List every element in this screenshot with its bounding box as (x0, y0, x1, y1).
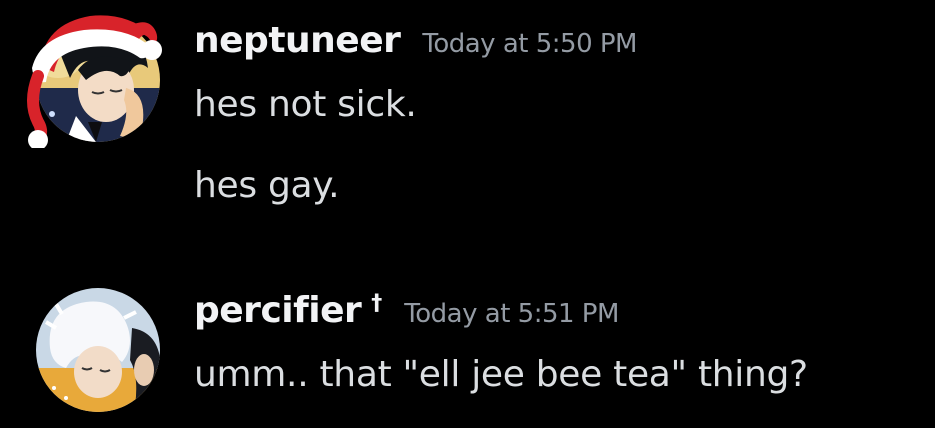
message-text: umm.. that "ell jee bee tea" thing? (194, 354, 808, 395)
timestamp[interactable]: Today at 5:51 PM (404, 299, 619, 329)
username[interactable]: neptuneer (194, 20, 401, 61)
username[interactable]: percifier (194, 290, 362, 331)
timestamp[interactable]: Today at 5:50 PM (422, 29, 637, 59)
avatar[interactable] (36, 288, 160, 412)
message-group-neptuneer: neptuneer Today at 5:50 PM hes not sick.… (0, 0, 935, 240)
message-text: hes not sick. (194, 84, 417, 125)
message-text: hes gay. (194, 165, 340, 206)
user-badge[interactable]: † (371, 291, 382, 316)
message-header: percifier † Today at 5:51 PM (194, 290, 619, 331)
message-group-percifier: percifier † Today at 5:51 PM umm.. that … (0, 270, 935, 428)
message-header: neptuneer Today at 5:50 PM (194, 20, 637, 61)
avatar[interactable] (36, 18, 160, 142)
